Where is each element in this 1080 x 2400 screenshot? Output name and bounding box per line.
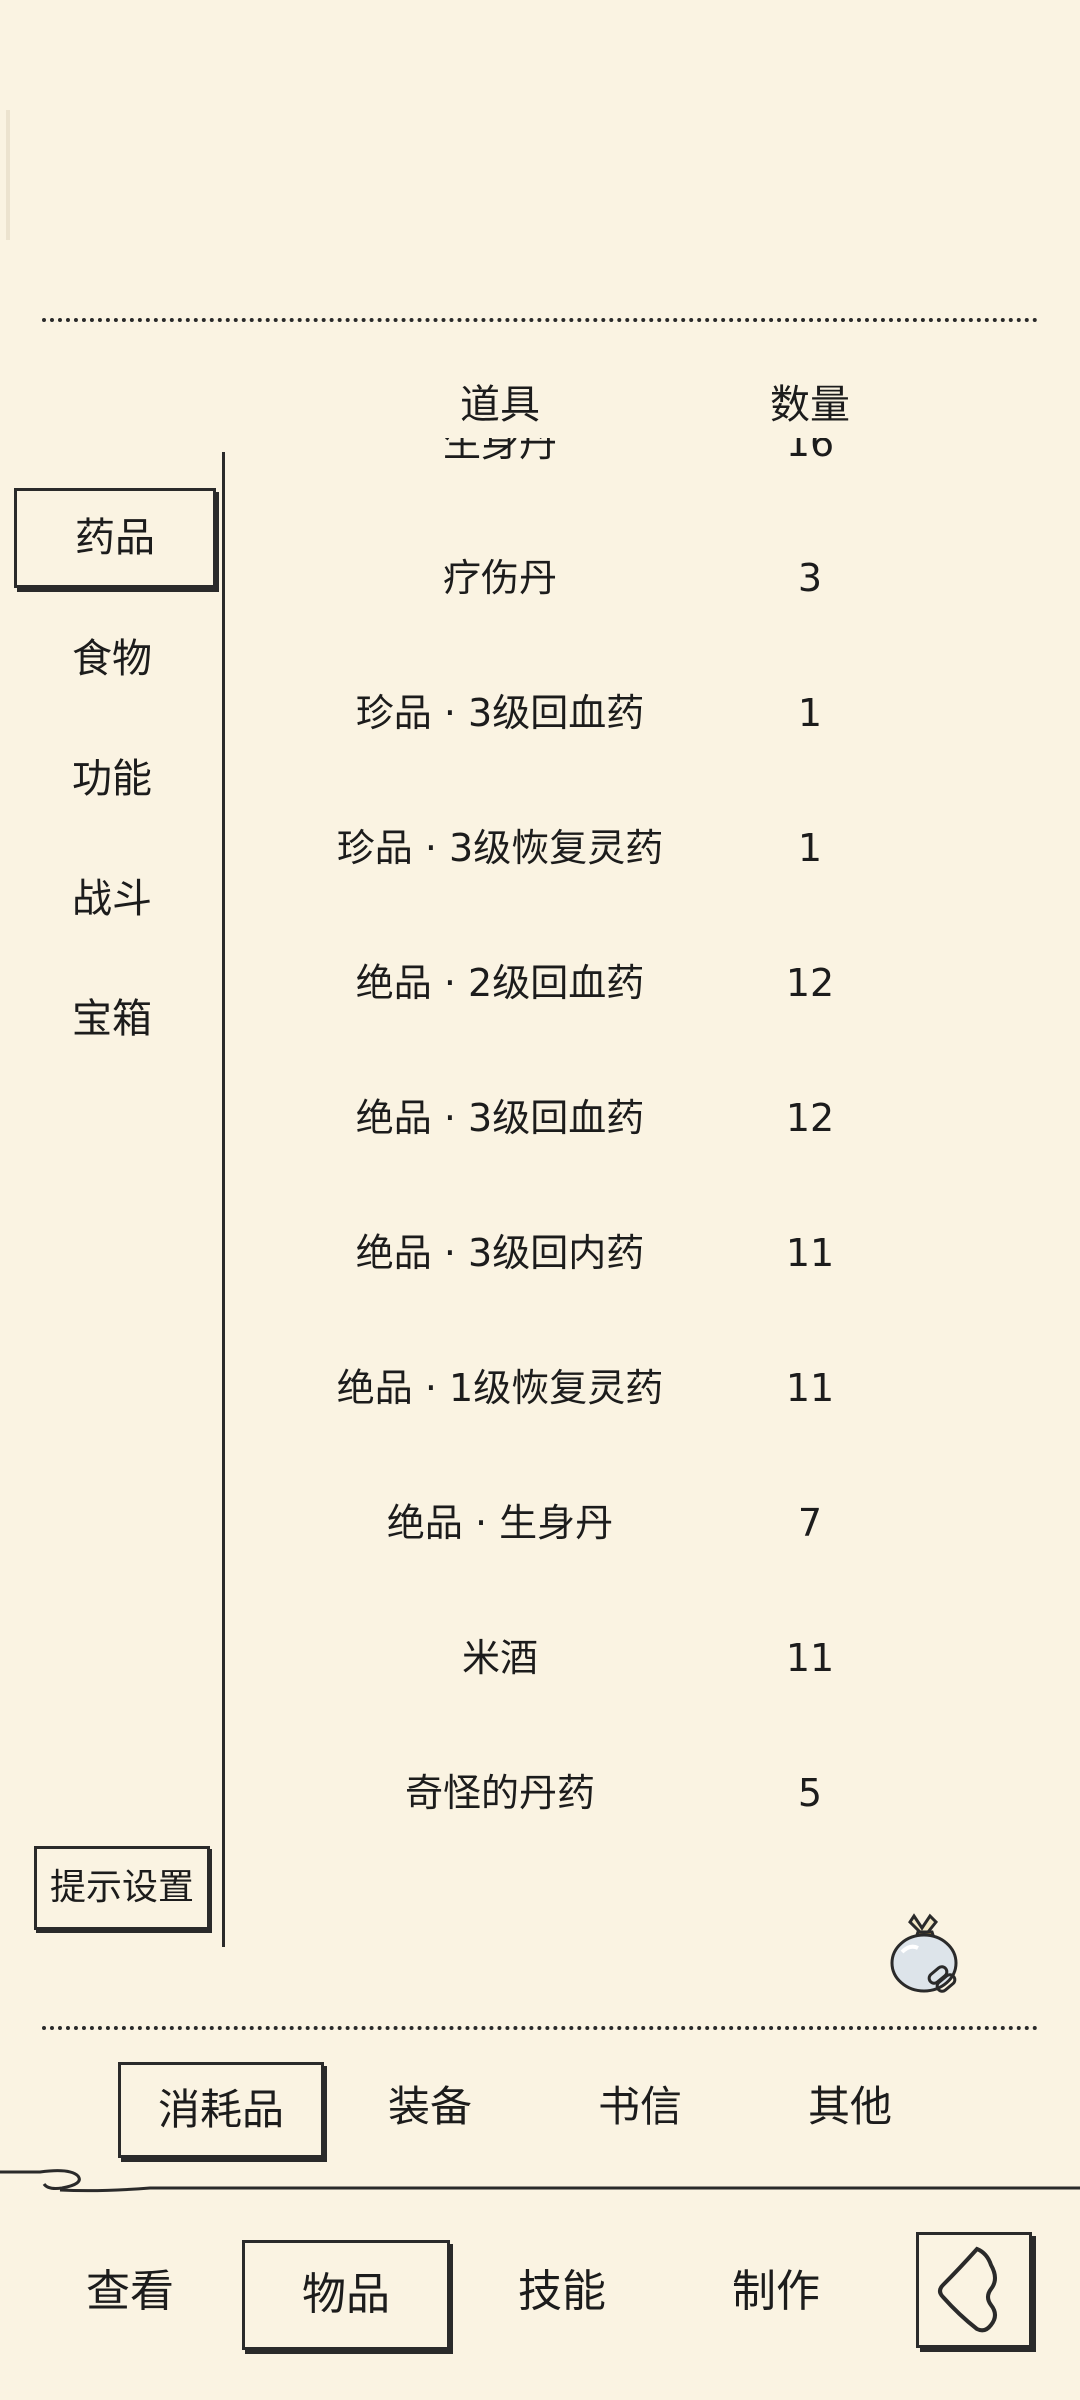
- item-row[interactable]: 疗伤丹 3: [230, 543, 1080, 613]
- edge-decoration: [6, 110, 10, 240]
- tab-equipment[interactable]: 装备: [340, 2062, 520, 2152]
- nav-items[interactable]: 物品: [242, 2240, 450, 2350]
- sidebar-item-function[interactable]: 功能: [14, 732, 210, 826]
- hint-settings-button[interactable]: 提示设置: [34, 1846, 210, 1930]
- back-arrow-icon: [938, 2246, 997, 2333]
- item-quantity: 1: [797, 826, 823, 870]
- item-quantity: 11: [785, 1636, 835, 1680]
- nav-crafting[interactable]: 制作: [696, 2240, 856, 2344]
- item-name: 绝品 · 3级回血药: [355, 1096, 645, 1140]
- tab-consumables[interactable]: 消耗品: [118, 2062, 324, 2158]
- item-row[interactable]: 珍品 · 3级恢复灵药 1: [230, 813, 1080, 883]
- item-name: 疗伤丹: [442, 556, 557, 600]
- top-dotted-divider: [42, 318, 1038, 322]
- item-row[interactable]: 绝品 · 2级回血药 12: [230, 948, 1080, 1018]
- item-quantity: 12: [785, 1096, 835, 1140]
- column-header-quantity: 数量: [770, 382, 850, 428]
- item-name: 绝品 · 1级恢复灵药: [336, 1366, 664, 1410]
- item-name: 绝品 · 3级回内药: [355, 1231, 645, 1275]
- tab-letters[interactable]: 书信: [550, 2062, 730, 2152]
- item-quantity: 5: [797, 1771, 823, 1815]
- item-quantity: 12: [785, 961, 835, 1005]
- item-row[interactable]: 绝品 · 1级恢复灵药 11: [230, 1353, 1080, 1423]
- item-name: 奇怪的丹药: [404, 1771, 595, 1815]
- item-row[interactable]: 绝品 · 3级回内药 11: [230, 1218, 1080, 1288]
- bottom-dotted-divider: [42, 2026, 1038, 2030]
- sidebar-item-chest[interactable]: 宝箱: [14, 972, 210, 1066]
- item-row[interactable]: 生身丹 16: [230, 438, 1080, 478]
- sidebar-divider: [222, 452, 225, 1947]
- sidebar-item-combat[interactable]: 战斗: [14, 852, 210, 946]
- item-row[interactable]: 绝品 · 生身丹 7: [230, 1488, 1080, 1558]
- item-row[interactable]: 奇怪的丹药 5: [230, 1758, 1080, 1828]
- sidebar-item-food[interactable]: 食物: [14, 612, 210, 706]
- nav-view[interactable]: 查看: [50, 2240, 210, 2344]
- item-quantity: 7: [797, 1501, 823, 1545]
- back-button[interactable]: [916, 2232, 1032, 2348]
- item-name: 珍品 · 3级恢复灵药: [336, 826, 664, 870]
- item-name: 生身丹: [442, 438, 557, 465]
- sidebar-item-medicine[interactable]: 药品: [14, 488, 216, 588]
- column-header-item: 道具: [460, 382, 540, 428]
- item-quantity: 1: [797, 691, 823, 735]
- tab-other[interactable]: 其他: [760, 2062, 940, 2152]
- item-quantity: 16: [785, 438, 835, 465]
- item-row[interactable]: 绝品 · 3级回血药 12: [230, 1083, 1080, 1153]
- item-name: 米酒: [461, 1636, 538, 1680]
- item-row[interactable]: 珍品 · 3级回血药 1: [230, 678, 1080, 748]
- item-quantity: 11: [785, 1231, 835, 1275]
- item-list[interactable]: 生身丹 16 疗伤丹 3 珍品 · 3级回血药 1 珍品 · 3级恢复灵药 1 绝品 · 2级回…: [230, 438, 1080, 1938]
- item-quantity: 3: [797, 556, 823, 600]
- item-name: 绝品 · 2级回血药: [355, 961, 645, 1005]
- swirl-divider: [0, 2169, 1080, 2193]
- item-quantity: 11: [785, 1366, 835, 1410]
- nav-skills[interactable]: 技能: [482, 2240, 642, 2344]
- item-name: 珍品 · 3级回血药: [355, 691, 645, 735]
- item-bag-icon[interactable]: [884, 1908, 964, 1998]
- item-row[interactable]: 米酒 11: [230, 1623, 1080, 1693]
- item-name: 绝品 · 生身丹: [386, 1501, 614, 1545]
